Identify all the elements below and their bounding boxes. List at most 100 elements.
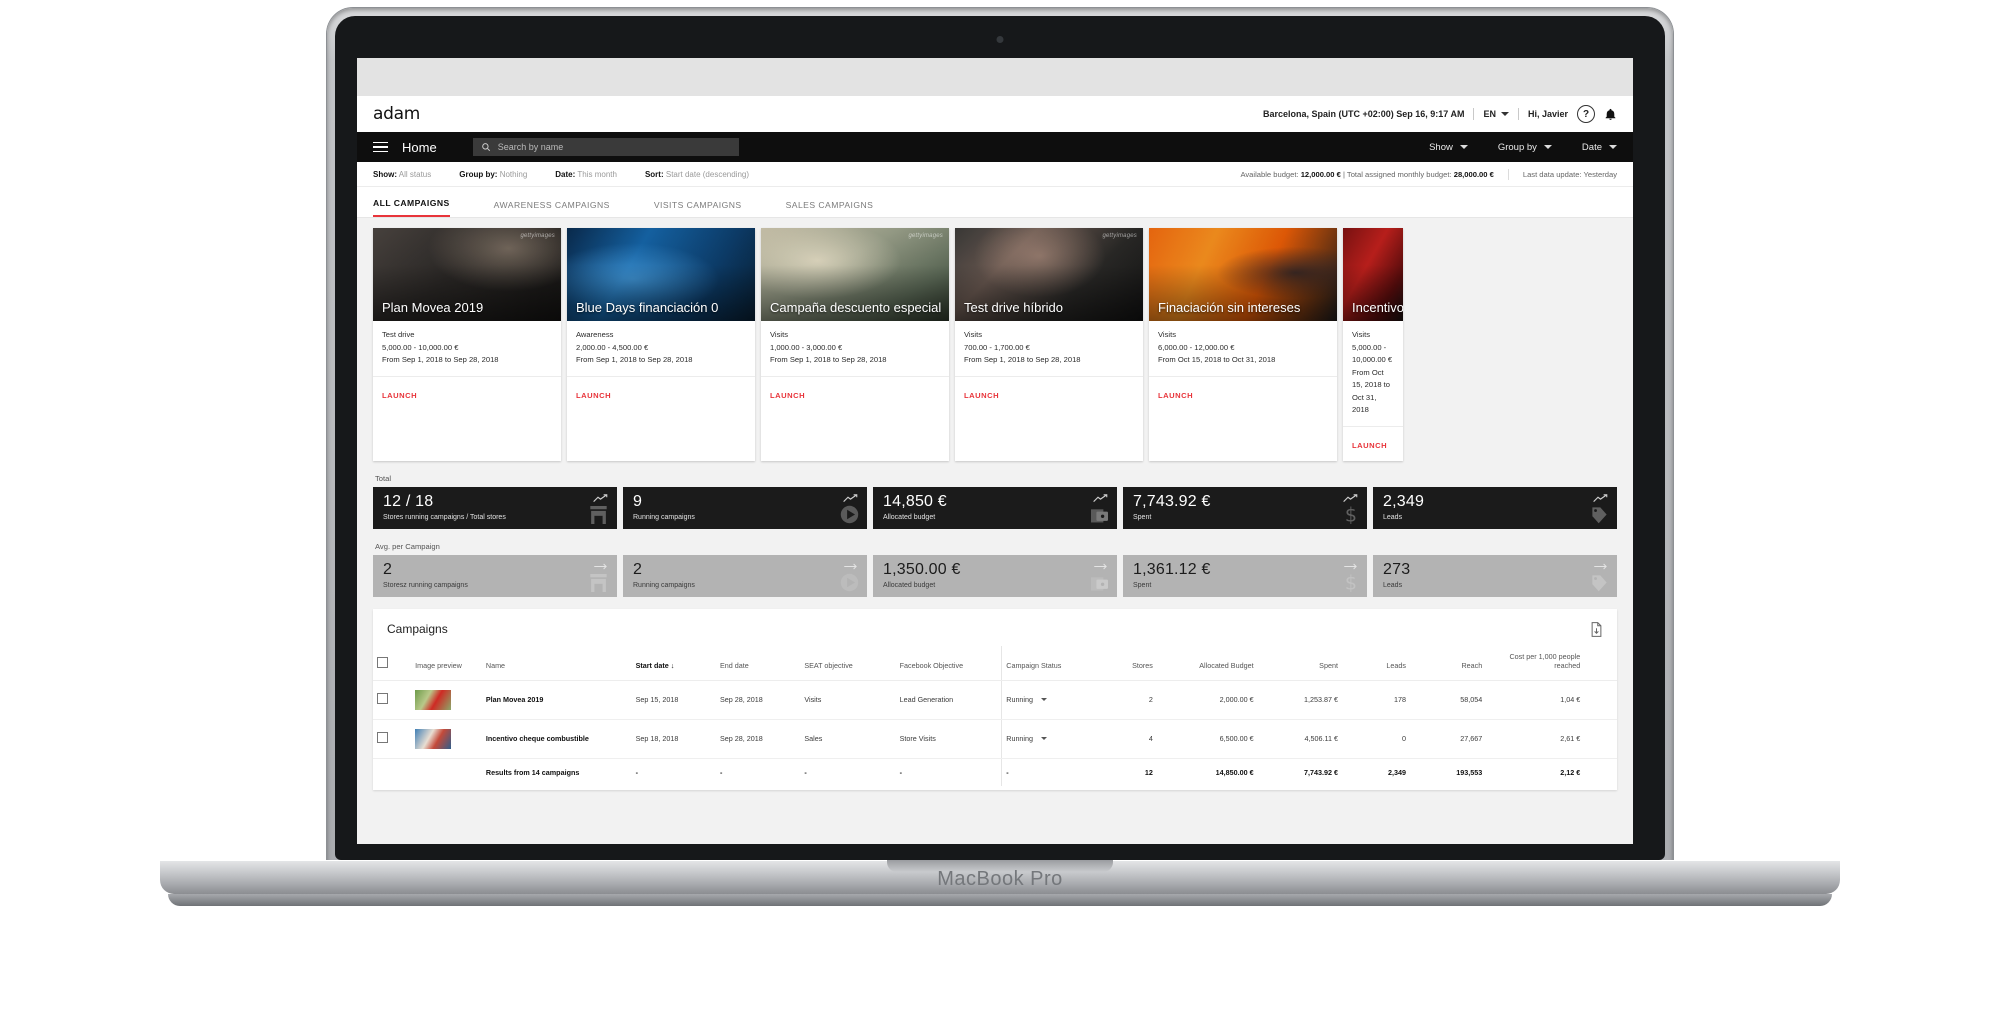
status-dropdown[interactable]: Running [1006,695,1093,704]
row-allocated-budget: 2,000.00 € [1156,680,1258,720]
select-all-checkbox[interactable] [377,656,388,668]
col-cost-per-1000[interactable]: Cost per 1,000 people reached [1486,645,1585,681]
bell-icon[interactable] [1604,107,1617,122]
store-icon [590,505,607,524]
nav-show-dropdown[interactable]: Show [1429,142,1468,153]
tab-awareness-campaigns[interactable]: AWARENESS CAMPAIGNS [494,200,610,217]
app-logo[interactable]: adam [373,104,420,124]
kpi-tile-avg-stores-running[interactable]: 2 Storesz running campaigns [373,554,617,597]
kpi-caption: Leads [1383,513,1403,521]
kpi-tile-avg-leads[interactable]: 273 Leads [1373,554,1617,597]
arrow-right-icon [1344,563,1357,569]
campaign-card-body: Visits 5,000.00 - 10,000.00 € From Oct 1… [1343,321,1403,427]
campaign-tabs: ALL CAMPAIGNS AWARENESS CAMPAIGNS VISITS… [357,187,1633,218]
download-document-icon[interactable] [1590,621,1603,637]
tab-all-campaigns[interactable]: ALL CAMPAIGNS [373,198,450,217]
main-nav-bar: Home Search by name Show Group by Date [357,132,1633,162]
kpi-avg-row: 2 Storesz running campaigns 2 Running ca… [373,554,1617,597]
campaign-card[interactable]: Finaciación sin intereses Visits 6,000.0… [1149,228,1337,461]
col-start-date[interactable]: Start date ↓ [631,645,716,681]
kpi-value: 1,361.12 € [1133,560,1211,578]
col-seat-objective[interactable]: SEAT objective [800,645,896,681]
col-stores[interactable]: Stores [1097,645,1157,681]
launch-button[interactable]: LAUNCH [576,391,611,400]
row-campaign-status: Running [1001,719,1098,759]
tab-sales-campaigns[interactable]: SALES CAMPAIGNS [786,200,874,217]
kpi-tile-avg-running-campaigns[interactable]: 2 Running campaigns [623,554,867,597]
nav-groupby-dropdown[interactable]: Group by [1498,142,1552,153]
tab-visits-campaigns[interactable]: VISITS CAMPAIGNS [654,200,742,217]
kpi-caption: Allocated budget [883,513,936,521]
kpi-tile-avg-spent[interactable]: 1,361.12 € Spent $ [1123,554,1367,597]
campaign-budget-range: 700.00 - 1,700.00 € [964,342,1030,352]
kpi-tile-avg-allocated-budget[interactable]: 1,350.00 € Allocated budget [873,554,1117,597]
laptop-bezel: adam Barcelona, Spain (UTC +02:00) Sep 1… [335,16,1665,860]
help-icon[interactable]: ? [1577,105,1595,123]
top-bar-right: Barcelona, Spain (UTC +02:00) Sep 16, 9:… [1263,105,1617,123]
row-start-date: Sep 18, 2018 [631,719,716,759]
dollar-icon: $ [1345,572,1357,592]
col-spent[interactable]: Spent [1257,645,1342,681]
row-start-date: Sep 15, 2018 [631,680,716,720]
nav-date-dropdown[interactable]: Date [1582,142,1617,153]
col-image-preview[interactable]: Image preview [411,645,482,681]
campaign-card-title: Plan Movea 2019 [382,300,484,315]
table-row[interactable]: Incentivo cheque combustible Sep 18, 201… [373,719,1617,759]
col-reach[interactable]: Reach [1410,645,1487,681]
campaign-thumbnail [415,689,452,710]
col-campaign-status[interactable]: Campaign Status [1001,645,1098,681]
kpi-caption: Allocated budget [883,581,936,589]
kpi-tile-spent[interactable]: 7,743.92 € Spent $ [1123,486,1367,529]
launch-button[interactable]: LAUNCH [964,391,999,400]
col-allocated-budget[interactable]: Allocated Budget [1156,645,1258,681]
kpi-total-label: Total [375,473,392,483]
language-label: EN [1483,109,1496,119]
campaign-card[interactable]: gettyimages Plan Movea 2019 Test drive 5… [373,228,561,461]
campaign-card[interactable]: gettyimages Campaña descuento especial V… [761,228,949,461]
kpi-tile-running-campaigns[interactable]: 9 Running campaigns [623,486,867,529]
col-leads[interactable]: Leads [1341,645,1411,681]
col-facebook-objective[interactable]: Facebook Objective [895,645,1002,681]
total-campaign-status: - [1001,758,1098,786]
launch-button[interactable]: LAUNCH [1352,441,1387,450]
chevron-down-icon [1459,145,1468,149]
laptop-lid: adam Barcelona, Spain (UTC +02:00) Sep 1… [327,8,1673,876]
launch-button[interactable]: LAUNCH [382,391,417,400]
search-input[interactable]: Search by name [472,138,739,156]
user-greeting[interactable]: Hi, Javier [1528,109,1568,119]
row-checkbox[interactable] [377,693,388,705]
kpi-caption: Running campaigns [633,581,695,589]
status-dropdown[interactable]: Running [1006,734,1093,743]
campaign-card[interactable]: Incentivo cheque combustible Visits 5,00… [1343,228,1403,461]
campaign-dates: From Sep 1, 2018 to Sep 28, 2018 [964,355,1081,365]
campaign-card[interactable]: gettyimages Test drive híbrido Visits 70… [955,228,1143,461]
row-checkbox[interactable] [377,732,388,744]
launch-button[interactable]: LAUNCH [1158,391,1193,400]
kpi-tile-leads[interactable]: 2,349 Leads [1373,486,1617,529]
language-selector[interactable]: EN [1483,109,1509,119]
trend-up-icon [593,493,608,502]
filter-sort: Sort: Start date (descending) [645,170,749,179]
table-row[interactable]: Plan Movea 2019 Sep 15, 2018 Sep 28, 201… [373,680,1617,720]
row-spent: 1,253.87 € [1257,680,1342,720]
webcam-icon [996,36,1004,43]
campaign-card-image: Incentivo cheque combustible [1343,228,1403,321]
laptop-device: adam Barcelona, Spain (UTC +02:00) Sep 1… [327,8,1673,876]
campaign-card-body: Visits 700.00 - 1,700.00 € From Sep 1, 2… [955,321,1143,377]
campaign-budget-range: 1,000.00 - 3,000.00 € [770,342,843,352]
available-budget: Available budget: 12,000.00 € | Total as… [1240,170,1493,179]
kpi-tile-allocated-budget[interactable]: 14,850 € Allocated budget [873,486,1117,529]
campaign-budget-range: 5,000.00 - 10,000.00 € [382,342,459,352]
page-title: Home [402,139,437,155]
campaign-dates: From Sep 1, 2018 to Sep 28, 2018 [576,355,693,365]
launch-button[interactable]: LAUNCH [770,391,805,400]
col-name[interactable]: Name [481,645,632,681]
col-end-date[interactable]: End date [715,645,801,681]
total-cost-per-1000: 2,12 € [1560,767,1581,777]
campaign-card[interactable]: Blue Days financiación 0 Awareness 2,000… [567,228,755,461]
kpi-tile-stores-running[interactable]: 12 / 18 Stores running campaigns / Total… [373,486,617,529]
row-overflow [1584,719,1617,759]
row-reach: 27,667 [1410,719,1487,759]
menu-hamburger-icon[interactable] [373,141,388,153]
arrow-right-icon [1094,563,1107,569]
